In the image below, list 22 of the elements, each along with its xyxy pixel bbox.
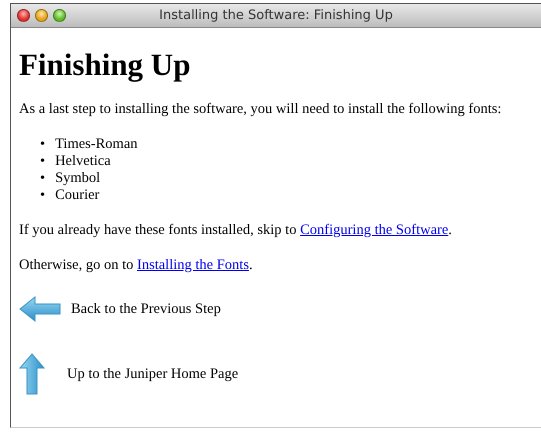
font-list-item: Times-Roman — [55, 136, 138, 153]
font-list-item: Helvetica — [55, 153, 111, 170]
link[interactable]: Installing the Fonts — [137, 257, 249, 273]
font-list-item: Symbol — [55, 170, 100, 187]
list-bullet: • — [40, 136, 46, 153]
list-bullet: • — [40, 187, 46, 204]
left-arrow-icon[interactable] — [19, 296, 61, 322]
navigation-label: Back to the Previous Step — [71, 300, 221, 318]
font-list-item: Courier — [55, 187, 100, 204]
navigation-label: Up to the Juniper Home Page — [67, 366, 238, 382]
paragraph: Otherwise, go on to Installing the Fonts. — [19, 257, 254, 274]
minimize-button[interactable] — [35, 9, 48, 22]
link[interactable]: Configuring the Software — [300, 222, 448, 238]
paragraph: If you already have these fonts installed, skip to Configuring the Software. — [19, 222, 453, 239]
intro-paragraph: As a last step to installing the software, you will need to install the following fonts: — [19, 101, 502, 118]
list-bullet: • — [40, 153, 46, 170]
window-title: Installing the Software: Finishing Up — [159, 8, 393, 23]
up-arrow-icon[interactable] — [19, 353, 45, 395]
page-heading: Finishing Up — [19, 47, 192, 83]
zoom-button[interactable] — [53, 9, 66, 22]
close-button[interactable] — [17, 9, 30, 22]
list-bullet: • — [40, 170, 46, 187]
